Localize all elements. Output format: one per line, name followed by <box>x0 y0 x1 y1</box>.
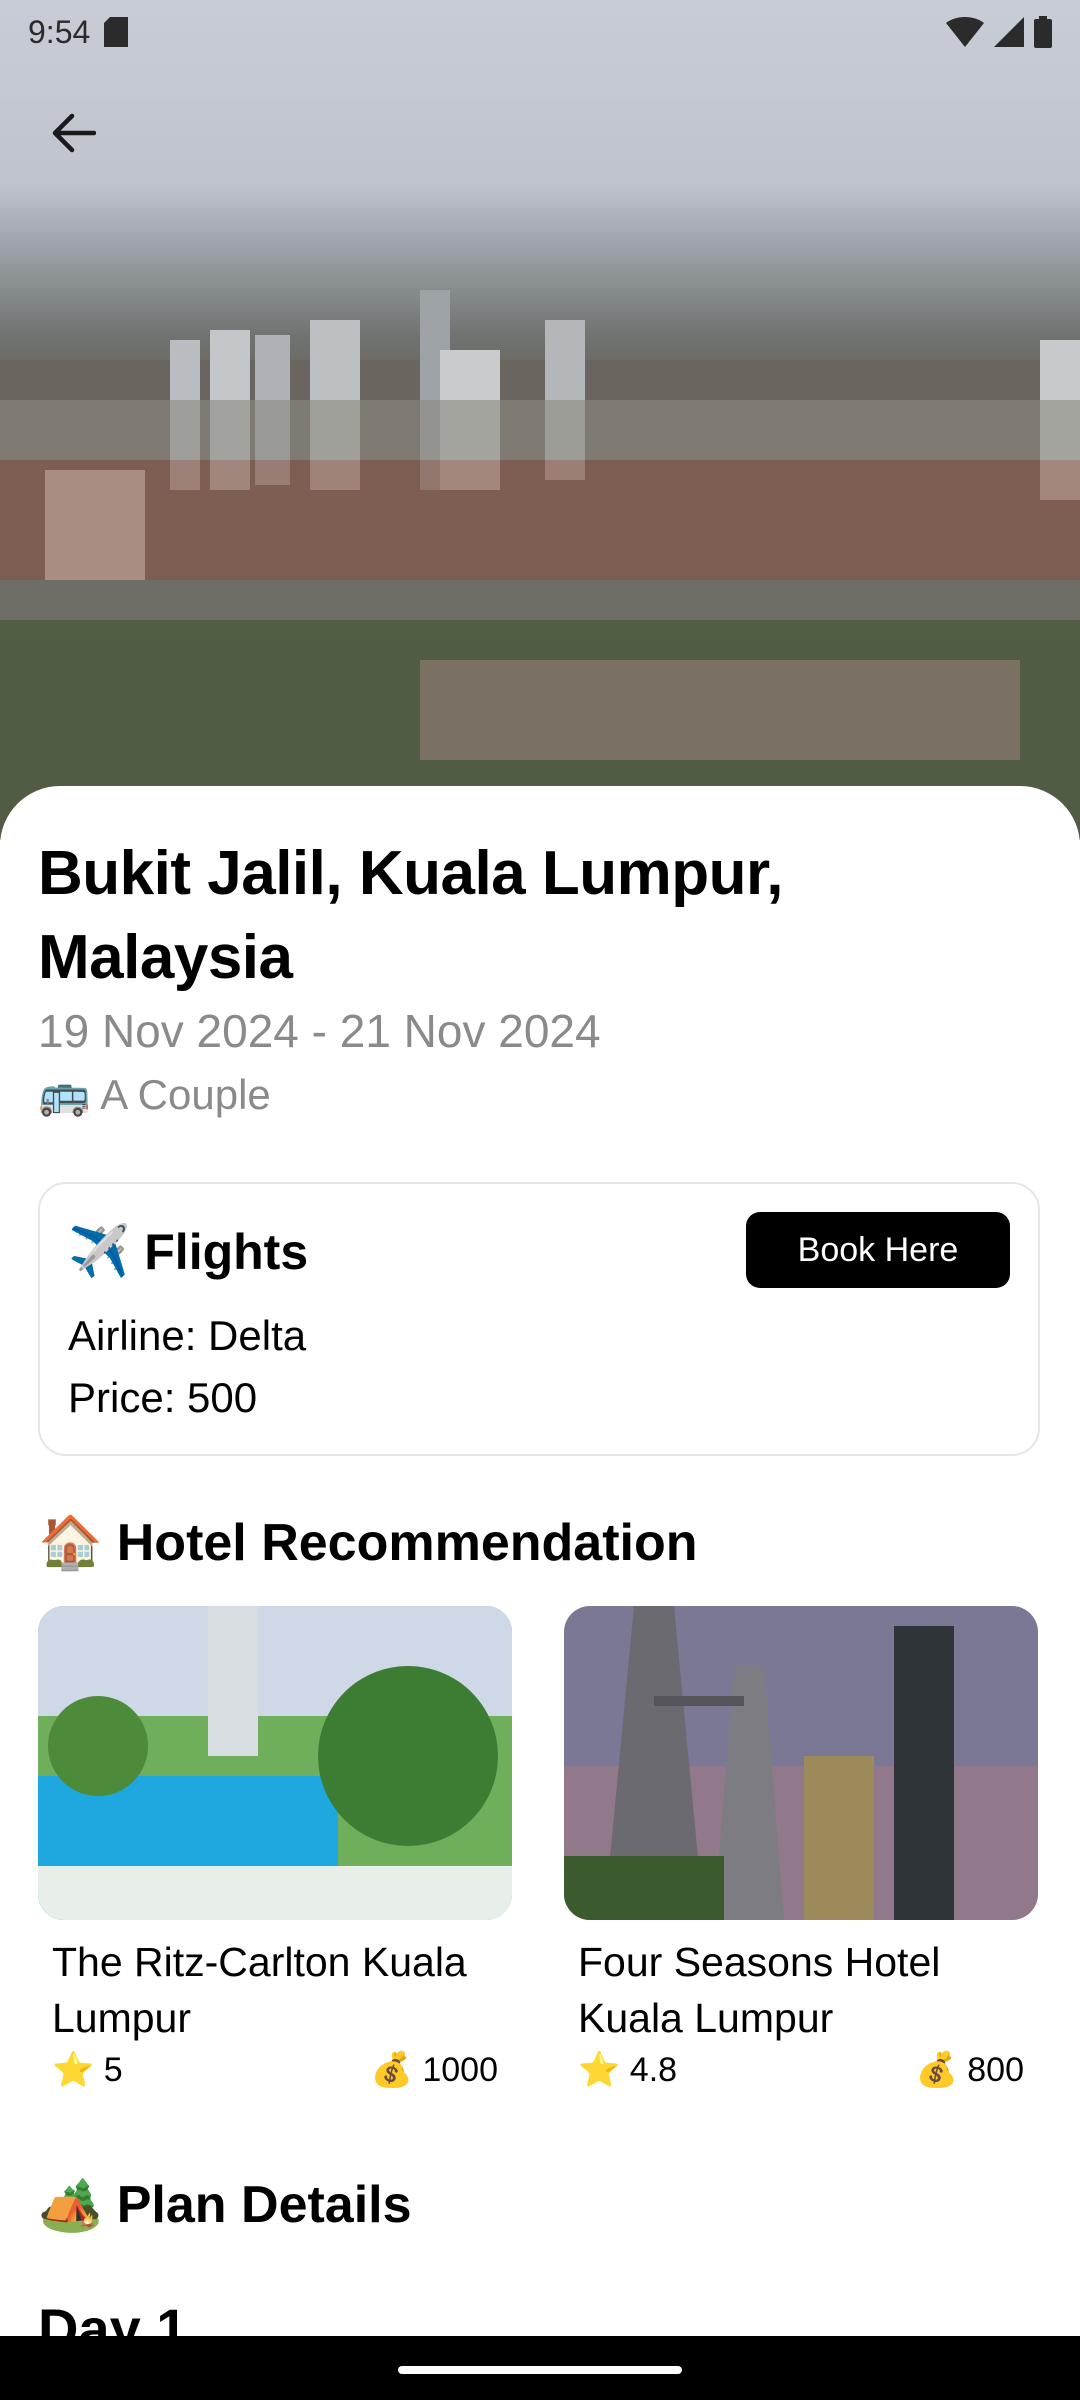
plan-heading-text: Plan Details <box>116 2175 412 2234</box>
trip-dates: 19 Nov 2024 - 21 Nov 2024 <box>38 1005 601 1057</box>
money-bag-icon: 💰 <box>915 2051 958 2089</box>
flight-price-text: Price: 500 <box>68 1374 258 1421</box>
hotel-name: The Ritz-Carlton Kuala Lumpur <box>52 1939 467 2041</box>
bus-icon: 🚌 <box>38 1070 91 1117</box>
money-bag-icon: 💰 <box>370 2051 413 2089</box>
flights-card: ✈️ Flights Book Here Airline: Delta Pric… <box>38 1182 1040 1456</box>
hotel-rating: ⭐ 4.8 <box>578 2050 677 2090</box>
hotel-heading-text: Hotel Recommendation <box>116 1513 698 1572</box>
price-value: 1000 <box>422 2051 498 2089</box>
battery-icon <box>1034 16 1052 48</box>
wifi-icon <box>946 17 984 47</box>
camping-icon: 🏕️ <box>38 2176 103 2234</box>
travelers-info: 🚌 A Couple <box>38 1070 271 1119</box>
hotel-price: 💰 1000 <box>371 2050 498 2090</box>
city-skyline-image <box>0 290 1080 840</box>
house-icon: 🏠 <box>38 1514 103 1572</box>
hotel-card[interactable]: The Ritz-Carlton Kuala Lumpur ⭐ 5 💰 1000 <box>38 1606 512 2090</box>
towers-photo <box>564 1606 1038 1920</box>
flights-heading: ✈️ Flights <box>68 1222 308 1281</box>
star-icon: ⭐ <box>578 2051 621 2089</box>
hotel-rating: ⭐ 5 <box>52 2050 123 2090</box>
hotel-section-heading: 🏠 Hotel Recommendation <box>38 1512 697 1573</box>
status-time: 9:54 <box>28 13 91 50</box>
pool-photo <box>38 1606 512 1920</box>
price-value: 800 <box>967 2051 1024 2089</box>
airline-text: Airline: Delta <box>68 1312 307 1359</box>
home-indicator[interactable] <box>398 2366 682 2374</box>
rating-value: 4.8 <box>629 2051 678 2089</box>
hotel-image <box>38 1606 512 1920</box>
hero-image: 9:54 <box>0 0 1080 840</box>
hotel-card[interactable]: Four Seasons Hotel Kuala Lumpur ⭐ 4.8 💰 … <box>564 1606 1038 2090</box>
hotel-meta: ⭐ 5 💰 1000 <box>38 2050 512 2090</box>
hotel-image <box>564 1606 1038 1920</box>
plan-section-heading: 🏕️ Plan Details <box>38 2174 412 2235</box>
arrow-left-icon <box>52 113 96 153</box>
flights-title: Flights <box>144 1223 309 1280</box>
star-icon: ⭐ <box>52 2051 95 2089</box>
hotel-price: 💰 800 <box>915 2050 1024 2090</box>
rating-value: 5 <box>103 2051 123 2089</box>
trip-title: Bukit Jalil, Kuala Lumpur, Malaysia <box>38 839 783 992</box>
hotel-name: Four Seasons Hotel Kuala Lumpur <box>578 1939 941 2041</box>
hotel-meta: ⭐ 4.8 💰 800 <box>564 2050 1038 2090</box>
travelers-label: A Couple <box>100 1070 271 1118</box>
cell-signal-icon <box>994 17 1024 47</box>
back-button[interactable] <box>40 100 106 166</box>
sd-card-icon <box>104 17 129 47</box>
book-here-button[interactable]: Book Here <box>746 1212 1010 1288</box>
status-bar: 9:54 <box>0 0 1080 64</box>
airplane-icon: ✈️ <box>68 1223 131 1279</box>
